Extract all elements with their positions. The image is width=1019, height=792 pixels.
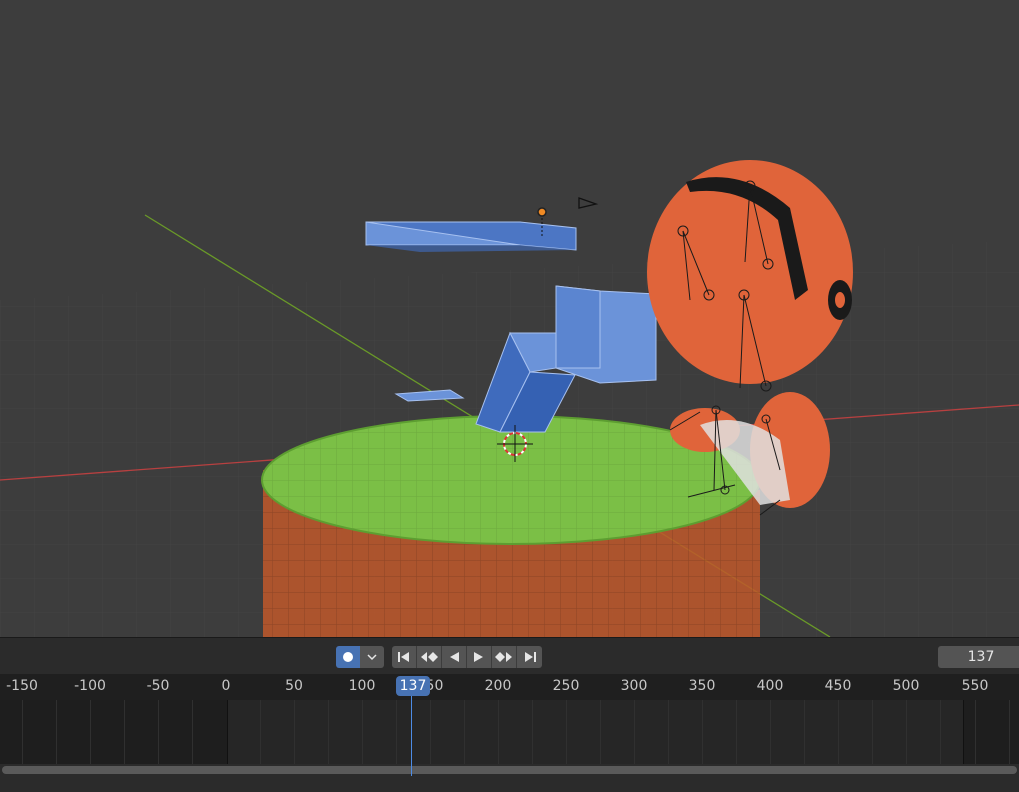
next-keyframe-icon — [495, 652, 512, 662]
ruler-tick-label: 100 — [348, 678, 376, 694]
ruler-tick-label: 250 — [552, 678, 580, 694]
ruler-tick-label: 50 — [285, 678, 303, 694]
previous-keyframe-icon — [421, 652, 438, 662]
record-icon — [343, 652, 353, 662]
jump-end-icon — [524, 652, 536, 662]
keying-dropdown-button[interactable] — [360, 646, 384, 668]
timeline-scrollbar[interactable] — [0, 764, 1019, 776]
play-reverse-icon — [450, 652, 459, 662]
ruler-tick-label: 300 — [620, 678, 648, 694]
frame-start-line — [227, 700, 228, 764]
playback-controls — [392, 646, 542, 668]
record-button[interactable] — [336, 646, 360, 668]
ruler-tick-label: 450 — [824, 678, 852, 694]
ruler-tick-label: -50 — [146, 678, 170, 694]
ruler-tick-label: 0 — [221, 678, 231, 694]
viewport-scene[interactable] — [0, 0, 1019, 637]
jump-start-icon — [398, 652, 409, 662]
previous-keyframe-button[interactable] — [417, 646, 442, 668]
jump-to-end-button[interactable] — [517, 646, 542, 668]
ruler-tick-label: 550 — [961, 678, 989, 694]
cylinder-object[interactable] — [261, 415, 761, 637]
frame-end-line — [963, 700, 964, 764]
camera-object[interactable] — [578, 197, 599, 209]
out-of-range-region — [964, 700, 1019, 764]
ruler-tick-label: 350 — [688, 678, 716, 694]
ruler-tick-label: -150 — [6, 678, 38, 694]
out-of-range-region — [0, 700, 228, 764]
playhead-frame-indicator[interactable]: 137 — [396, 676, 430, 696]
ruler-tick-label: 400 — [756, 678, 784, 694]
ruler-tick-label: 200 — [484, 678, 512, 694]
chevron-down-icon — [367, 654, 377, 661]
status-bar — [0, 776, 1019, 792]
current-frame-field[interactable]: 137 — [938, 646, 1019, 668]
timeline-ruler[interactable]: -150 -100 -50 0 50 100 150 200 250 300 3… — [0, 674, 1019, 700]
timeline-header: 137 — [0, 637, 1019, 675]
play-button[interactable] — [467, 646, 492, 668]
play-reverse-button[interactable] — [442, 646, 467, 668]
timeline-track-area[interactable] — [0, 700, 1019, 764]
timeline-scrollbar-thumb[interactable] — [2, 766, 1017, 774]
ruler-tick-label: -100 — [74, 678, 106, 694]
next-keyframe-button[interactable] — [492, 646, 517, 668]
3d-viewport[interactable] — [0, 0, 1019, 637]
ruler-tick-label: 500 — [892, 678, 920, 694]
jump-to-start-button[interactable] — [392, 646, 417, 668]
playhead-line[interactable] — [411, 696, 412, 778]
play-icon — [474, 652, 483, 662]
